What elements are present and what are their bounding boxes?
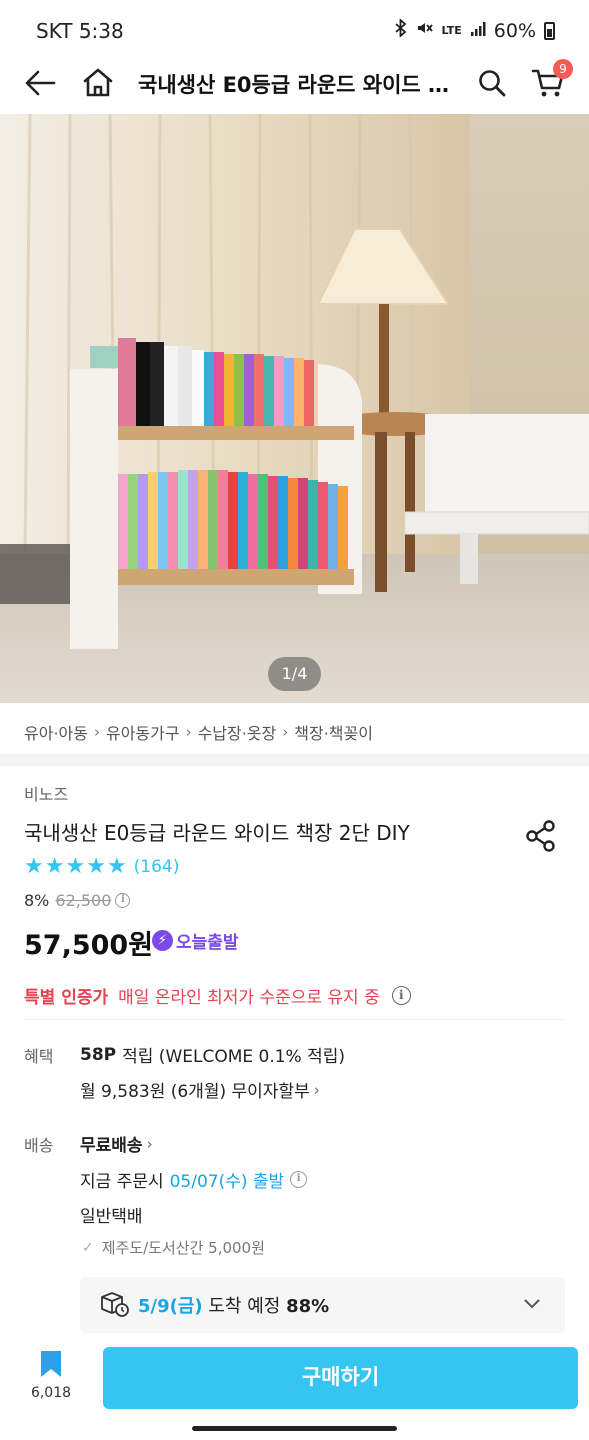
chevron-down-icon: [524, 1299, 540, 1309]
section-divider: [24, 1019, 565, 1020]
installment-text: 월 9,583원 (6개월) 무이자할부: [80, 1082, 310, 1102]
scrap-count: 6,018: [30, 1385, 72, 1401]
scrap-button[interactable]: 6,018: [22, 1349, 80, 1401]
benefit-label: 혜택: [24, 1047, 54, 1066]
product-image-gallery[interactable]: [0, 114, 589, 703]
arrival-estimate-dropdown[interactable]: 5/9(금) 도착 예정 88%: [80, 1277, 565, 1333]
review-count[interactable]: (164): [134, 857, 180, 877]
arrival-date: 5/9(금): [138, 1296, 203, 1317]
installment-row[interactable]: 월 9,583원 (6개월) 무이자할부 ›: [80, 1077, 320, 1103]
signal-icon: [470, 20, 486, 42]
chevron-right-icon: ›: [146, 1134, 153, 1153]
bluetooth-icon: [394, 17, 408, 42]
home-button[interactable]: [78, 60, 118, 106]
buy-button[interactable]: 구매하기: [103, 1347, 578, 1409]
network-label: LTE: [441, 24, 462, 37]
search-button[interactable]: [474, 60, 510, 106]
share-icon: [526, 820, 555, 852]
delivery-method: 일반택배: [80, 1207, 143, 1227]
home-indicator[interactable]: [192, 1426, 397, 1431]
mute-icon: [416, 19, 434, 42]
certified-text: 매일 온라인 최저가 수준으로 유지 중: [118, 988, 380, 1008]
shipping-label: 배송: [24, 1136, 54, 1155]
carrier-time: SKT 5:38: [36, 19, 124, 43]
status-icons: LTE 60%: [394, 17, 555, 42]
certified-label: 특별 인증가: [24, 988, 109, 1008]
rating[interactable]: ★ ★ ★ ★ ★ (164): [24, 856, 179, 878]
arrival-rate: 88%: [286, 1296, 330, 1317]
extra-fee: 제주도/도서산간 5,000원: [101, 1239, 265, 1257]
battery-label: 60%: [493, 19, 536, 42]
info-icon[interactable]: i: [391, 986, 411, 1005]
arrival-label: 도착 예정: [208, 1296, 281, 1317]
discount-percent: 8%: [24, 891, 50, 910]
product-photo: [0, 114, 589, 703]
breadcrumb-item[interactable]: 유아·아동: [24, 720, 88, 744]
certified-price-row: 특별 인증가 매일 온라인 최저가 수준으로 유지 중 i: [24, 983, 411, 1008]
books-bottom-row: [118, 470, 348, 569]
star-icon: ★: [86, 854, 106, 879]
back-button[interactable]: [20, 60, 60, 106]
today-ship-label: 오늘출발: [176, 933, 239, 953]
brand-name[interactable]: 비노즈: [24, 781, 68, 805]
truck-clock-icon: [101, 1292, 129, 1317]
discount-row: 8% 62,500 i: [24, 891, 131, 910]
search-icon: [479, 70, 506, 97]
order-prefix: 지금 주문시: [80, 1172, 164, 1192]
free-shipping-row[interactable]: 무료배송 ›: [80, 1131, 153, 1157]
info-icon[interactable]: i: [115, 893, 131, 908]
ship-date: 05/07(수) 출발: [169, 1172, 285, 1192]
arrival-text: 5/9(금) 도착 예정 88%: [138, 1292, 329, 1318]
chevron-right-icon: ›: [93, 723, 100, 741]
info-icon[interactable]: i: [290, 1171, 308, 1188]
breadcrumb-item[interactable]: 수납장·옷장: [198, 720, 277, 744]
lightning-icon: ⚡: [152, 930, 173, 951]
back-arrow-icon: [25, 70, 56, 96]
section-divider: [0, 754, 589, 766]
top-navigation: 국내생산 E0등급 라운드 와이드 책장 2단 DIY: [0, 60, 589, 114]
breadcrumb: 유아·아동 › 유아동가구 › 수납장·옷장 › 책장·책꽂이: [24, 720, 373, 744]
battery-icon: [544, 21, 555, 40]
original-price: 62,500: [55, 891, 112, 910]
star-icon: ★: [24, 854, 44, 879]
status-bar: SKT 5:38 LTE 60%: [0, 0, 589, 60]
free-shipping: 무료배송: [80, 1136, 143, 1156]
star-icon: ★: [106, 854, 127, 879]
image-counter: 1/4: [268, 657, 321, 691]
extra-fee-note: ✓ 제주도/도서산간 5,000원: [82, 1237, 265, 1258]
sale-price: 57,500원: [24, 930, 154, 961]
star-icon: ★: [65, 854, 86, 879]
breadcrumb-item[interactable]: 책장·책꽂이: [294, 720, 373, 744]
share-button[interactable]: [523, 818, 559, 858]
breadcrumb-item[interactable]: 유아동가구: [106, 720, 180, 744]
chevron-right-icon: ›: [282, 723, 289, 741]
points-amount: 58P: [80, 1044, 117, 1065]
ship-date-row: 지금 주문시 05/07(수) 출발 i: [80, 1167, 308, 1192]
points-row: 58P 적립 (WELCOME 0.1% 적립): [80, 1042, 346, 1068]
chevron-right-icon: ›: [185, 723, 192, 741]
chevron-right-icon: ›: [313, 1080, 320, 1099]
product-title: 국내생산 E0등급 라운드 와이드 책장 2단 DIY: [24, 821, 410, 845]
today-ship-badge: ⚡ 오늘출발: [152, 928, 239, 953]
points-text: 적립 (WELCOME 0.1% 적립): [122, 1047, 346, 1067]
star-icon: ★: [44, 854, 65, 879]
home-icon: [83, 68, 113, 97]
cart-count-badge: 9: [553, 59, 573, 79]
bookmark-icon: [41, 1351, 61, 1377]
page-title: 국내생산 E0등급 라운드 와이드 책장 2단 DIY: [138, 73, 456, 97]
check-icon: ✓: [82, 1239, 94, 1256]
